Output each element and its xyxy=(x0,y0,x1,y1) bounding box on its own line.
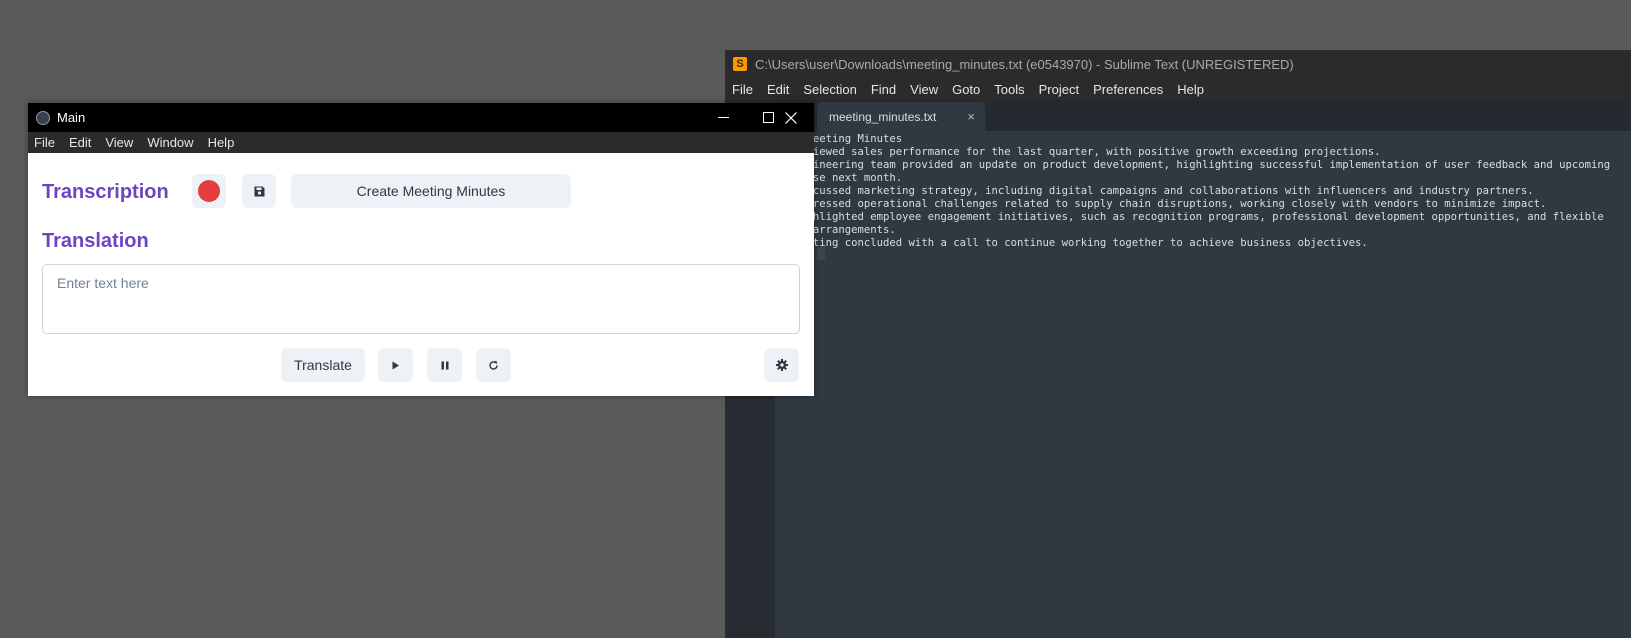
main-menu-help[interactable]: Help xyxy=(208,135,235,150)
pause-button[interactable] xyxy=(427,348,462,382)
translation-heading: Translation xyxy=(42,230,149,252)
gear-icon xyxy=(775,359,788,371)
reset-button[interactable] xyxy=(476,348,511,382)
sublime-menu-file[interactable]: File xyxy=(732,82,753,97)
sublime-menu-view[interactable]: View xyxy=(910,82,938,97)
play-icon xyxy=(392,361,399,369)
sublime-menu-tools[interactable]: Tools xyxy=(994,82,1024,97)
pause-icon xyxy=(441,361,448,369)
translation-input[interactable] xyxy=(42,264,800,334)
sublime-logo-icon: S xyxy=(733,57,747,71)
minimize-button[interactable] xyxy=(700,103,746,132)
sublime-menu-help[interactable]: Help xyxy=(1177,82,1204,97)
sublime-menubar: File Edit Selection Find View Goto Tools… xyxy=(725,78,1631,100)
sublime-menu-preferences[interactable]: Preferences xyxy=(1093,82,1163,97)
sublime-menu-find[interactable]: Find xyxy=(871,82,896,97)
tab-label: meeting_minutes.txt xyxy=(829,109,937,124)
sublime-titlebar[interactable]: S C:\Users\user\Downloads\meeting_minute… xyxy=(725,50,1631,78)
record-icon xyxy=(198,180,220,202)
main-menu-file[interactable]: File xyxy=(34,135,55,150)
close-button[interactable] xyxy=(768,103,814,132)
transcription-heading: Transcription xyxy=(42,181,169,203)
save-icon xyxy=(254,186,264,196)
settings-button[interactable] xyxy=(764,348,799,382)
sublime-menu-project[interactable]: Project xyxy=(1039,82,1079,97)
main-titlebar[interactable]: Main xyxy=(28,103,814,132)
main-title: Main xyxy=(57,110,86,125)
record-button[interactable] xyxy=(192,174,226,208)
sublime-menu-selection[interactable]: Selection xyxy=(803,82,856,97)
editor-text[interactable]: ### Meeting Minutes - Reviewed sales per… xyxy=(781,133,1621,250)
main-menu-view[interactable]: View xyxy=(105,135,133,150)
tab-close-icon[interactable]: × xyxy=(967,109,975,124)
sublime-title: C:\Users\user\Downloads\meeting_minutes.… xyxy=(755,56,1294,72)
sublime-menu-goto[interactable]: Goto xyxy=(952,82,980,97)
sublime-menu-edit[interactable]: Edit xyxy=(767,82,789,97)
sublime-window: S C:\Users\user\Downloads\meeting_minute… xyxy=(725,50,1631,638)
translate-button[interactable]: Translate xyxy=(281,348,365,382)
electron-app-icon xyxy=(36,110,50,125)
save-button[interactable] xyxy=(242,174,276,208)
close-icon xyxy=(785,111,797,124)
main-menu-window[interactable]: Window xyxy=(147,135,193,150)
tab-meeting-minutes[interactable]: meeting_minutes.txt × xyxy=(817,102,985,131)
refresh-icon xyxy=(489,360,498,370)
main-menu-edit[interactable]: Edit xyxy=(69,135,91,150)
play-button[interactable] xyxy=(378,348,413,382)
main-window: Main File Edit View Window Help Transcri… xyxy=(28,103,814,396)
main-menubar: File Edit View Window Help xyxy=(28,132,814,153)
create-meeting-minutes-button[interactable]: Create Meeting Minutes xyxy=(291,174,571,208)
minimize-icon xyxy=(717,117,729,118)
